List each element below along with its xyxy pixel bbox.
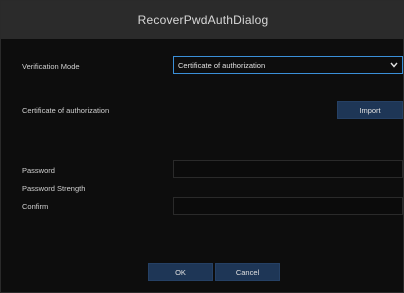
- ok-button[interactable]: OK: [148, 263, 213, 281]
- verification-mode-label: Verification Mode: [22, 62, 80, 71]
- chevron-down-icon: [389, 60, 399, 70]
- confirm-label: Confirm: [22, 202, 49, 211]
- import-button[interactable]: Import: [337, 101, 403, 119]
- verification-mode-value: Certificate of authorization: [178, 60, 266, 70]
- recover-password-dialog: RecoverPwdAuthDialog Verification Mode C…: [0, 0, 404, 293]
- verification-mode-select[interactable]: Certificate of authorization: [173, 56, 403, 74]
- dialog-title: RecoverPwdAuthDialog: [137, 13, 269, 27]
- cancel-button[interactable]: Cancel: [215, 263, 280, 281]
- dialog-titlebar: RecoverPwdAuthDialog: [1, 1, 404, 39]
- password-strength-label: Password Strength: [22, 184, 86, 193]
- password-label: Password: [22, 166, 55, 175]
- confirm-field[interactable]: [173, 197, 403, 215]
- password-field[interactable]: [173, 160, 403, 178]
- certificate-label: Certificate of authorization: [22, 106, 110, 115]
